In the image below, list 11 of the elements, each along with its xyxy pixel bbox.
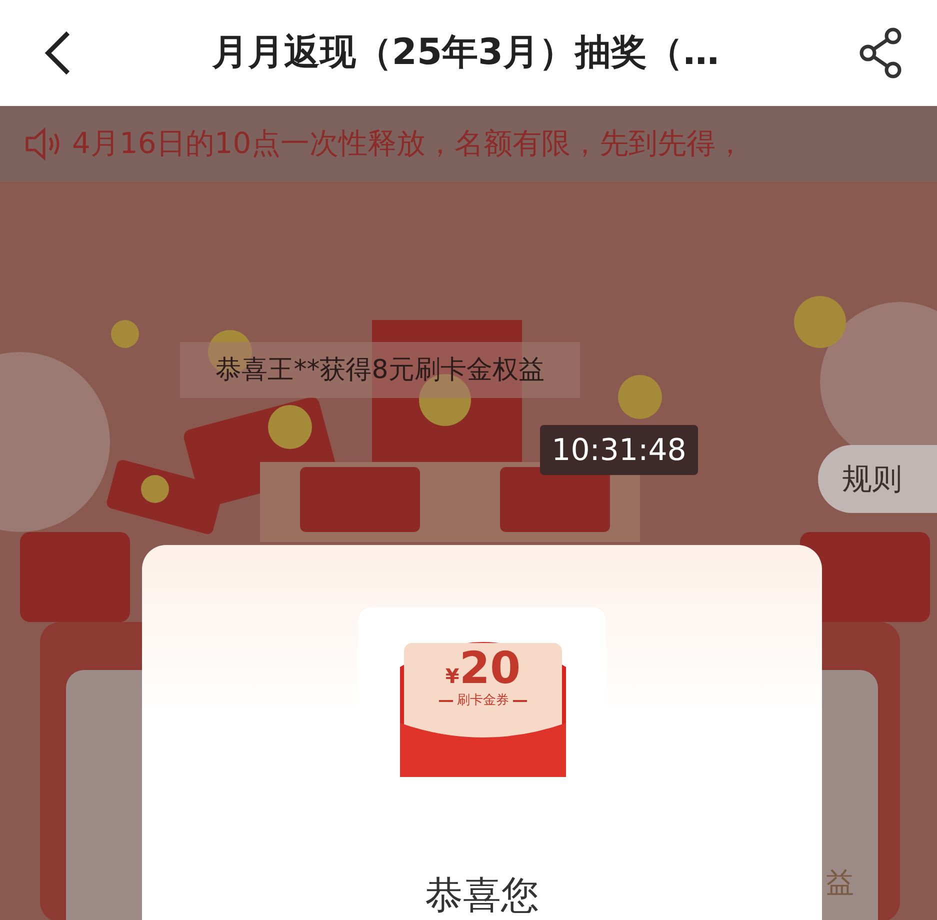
dialog-heading: 恭喜您 xyxy=(425,872,539,919)
voucher-amount: 20 xyxy=(459,647,521,691)
voucher-label: 刷卡金券 xyxy=(457,692,509,710)
currency-symbol: ¥ xyxy=(445,663,460,690)
winner-broadcast: 恭喜王**获得8元刷卡金权益 xyxy=(180,342,580,398)
page-title: 月月返现（25年3月）抽奖（… xyxy=(210,31,720,75)
card-text: 益 xyxy=(826,865,854,901)
dash-icon xyxy=(513,700,527,702)
countdown-timer: 10:31:48 xyxy=(540,425,698,475)
dash-icon xyxy=(439,700,453,702)
rules-button[interactable]: 规则 xyxy=(818,445,937,513)
